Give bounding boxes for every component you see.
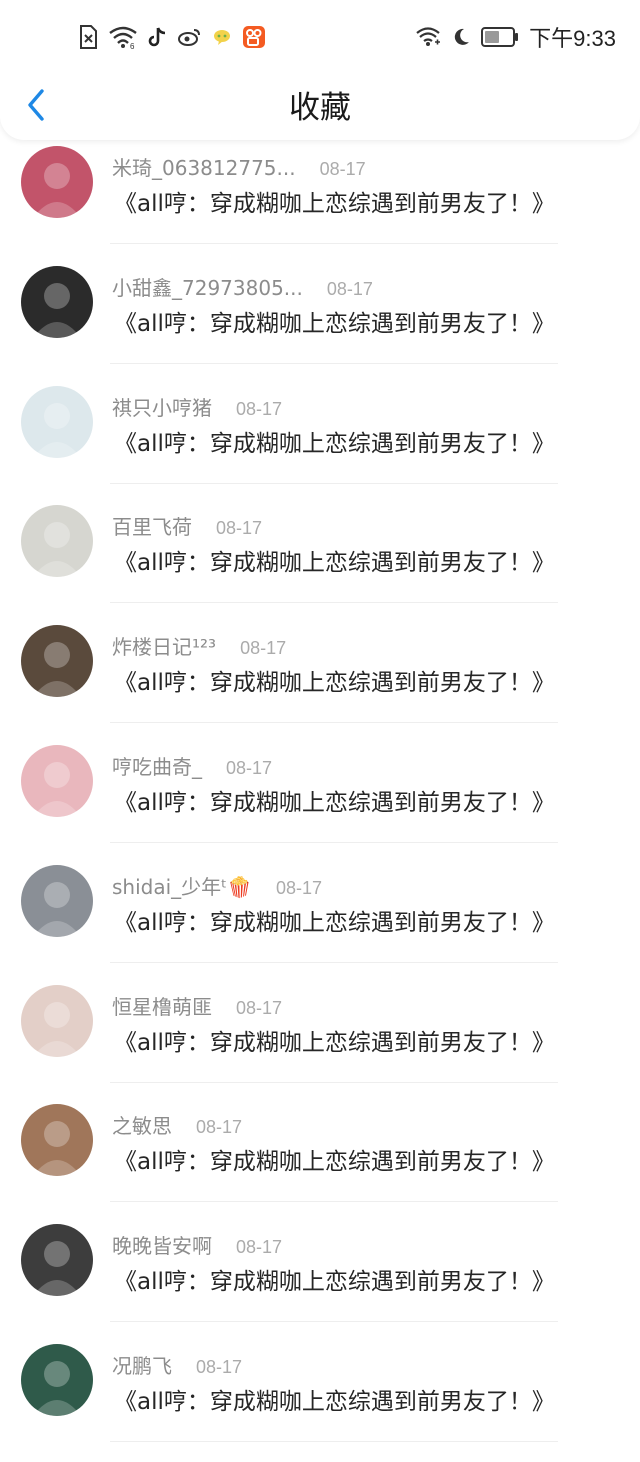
divider	[110, 1321, 558, 1323]
item-meta: 炸楼日记¹²³ 08-17	[112, 631, 286, 660]
avatar[interactable]	[21, 505, 93, 578]
wifi-signal-icon: 6	[108, 25, 138, 49]
item-meta: 米琦_063812775... 08-17	[112, 152, 366, 181]
sim-off-icon	[78, 24, 98, 50]
divider	[110, 961, 558, 963]
favorite-content[interactable]: 《all哼：穿成糊咖上恋综遇到前男友了！》	[114, 1262, 555, 1296]
timestamp: 08-17	[226, 758, 273, 778]
status-bar-right: 下午9:33	[405, 18, 616, 56]
timestamp: 08-17	[216, 518, 263, 539]
header: 6 下午9:33 收藏	[0, 0, 640, 140]
divider	[110, 1441, 558, 1442]
list-item[interactable]: 百里飞荷 08-17 《all哼：穿成糊咖上恋综遇到前男友了！》	[0, 503, 640, 623]
avatar[interactable]	[21, 1344, 93, 1416]
username[interactable]: 之敏思	[112, 1110, 172, 1139]
favorite-content[interactable]: 《all哼：穿成糊咖上恋综遇到前男友了！》	[114, 783, 555, 817]
list-item[interactable]: 祺只小哼猪 08-17 《all哼：穿成糊咖上恋综遇到前男友了！》	[0, 384, 640, 504]
username[interactable]: 小甜鑫_72973805...	[112, 272, 303, 301]
navigation-bar: 收藏	[0, 76, 640, 134]
favorite-content[interactable]: 《all哼：穿成糊咖上恋综遇到前男友了！》	[114, 1382, 555, 1416]
chat-bubble-icon	[212, 27, 232, 47]
status-bar-left: 6	[78, 18, 276, 56]
kuaishou-icon	[242, 25, 266, 49]
item-meta: 之敏思 08-17	[112, 1110, 242, 1139]
avatar[interactable]	[21, 625, 93, 698]
list-item[interactable]: 恒星橹萌匪 08-17 《all哼：穿成糊咖上恋综遇到前男友了！》	[0, 983, 640, 1103]
status-bar: 6 下午9:33	[0, 18, 640, 56]
tiktok-icon	[148, 26, 168, 48]
divider	[110, 1201, 558, 1203]
avatar[interactable]	[21, 1224, 93, 1297]
item-meta: 祺只小哼猪 08-17	[112, 392, 282, 421]
favorite-content[interactable]: 《all哼：穿成糊咖上恋综遇到前男友了！》	[114, 1142, 555, 1176]
timestamp: 08-17	[326, 278, 373, 299]
divider	[110, 722, 558, 724]
timestamp: 08-17	[319, 159, 366, 179]
item-meta: 晚晚皆安啊 08-17	[112, 1230, 282, 1259]
avatar[interactable]	[21, 745, 93, 817]
timestamp: 08-17	[236, 1237, 283, 1258]
list-item[interactable]: 况鹏飞 08-17 《all哼：穿成糊咖上恋综遇到前男友了！》	[0, 1342, 640, 1462]
item-meta: 百里飞荷 08-17	[112, 511, 262, 540]
moon-icon	[451, 27, 471, 47]
divider	[110, 362, 558, 364]
item-meta: 小甜鑫_72973805... 08-17	[112, 272, 373, 301]
avatar[interactable]	[21, 1104, 93, 1177]
favorite-content[interactable]: 《all哼：穿成糊咖上恋综遇到前男友了！》	[114, 304, 555, 338]
divider	[110, 842, 558, 843]
divider	[110, 602, 558, 604]
favorite-content[interactable]: 《all哼：穿成糊咖上恋综遇到前男友了！》	[114, 663, 555, 697]
avatar[interactable]	[21, 265, 93, 338]
weibo-icon	[178, 27, 202, 47]
favorite-content[interactable]: 《all哼：穿成糊咖上恋综遇到前男友了！》	[114, 184, 555, 218]
list-item[interactable]: 米琦_063812775... 08-17 《all哼：穿成糊咖上恋综遇到前男友了！…	[0, 144, 640, 264]
battery-icon	[481, 26, 519, 48]
item-meta: 哼吃曲奇_ 08-17	[112, 751, 272, 780]
divider	[110, 1081, 558, 1083]
favorite-content[interactable]: 《all哼：穿成糊咖上恋综遇到前男友了！》	[114, 543, 555, 577]
username[interactable]: 晚晚皆安啊	[112, 1230, 212, 1259]
list-item[interactable]: 炸楼日记¹²³ 08-17 《all哼：穿成糊咖上恋综遇到前男友了！》	[0, 623, 640, 743]
favorite-content[interactable]: 《all哼：穿成糊咖上恋综遇到前男友了！》	[114, 424, 555, 458]
username[interactable]: 哼吃曲奇_	[112, 751, 202, 780]
favorite-content[interactable]: 《all哼：穿成糊咖上恋综遇到前男友了！》	[114, 903, 555, 937]
username[interactable]: 炸楼日记¹²³	[112, 631, 216, 660]
list-item[interactable]: 哼吃曲奇_ 08-17 《all哼：穿成糊咖上恋综遇到前男友了！》	[0, 743, 640, 863]
username[interactable]: 百里飞荷	[112, 511, 192, 540]
username[interactable]: shidai_少年ᵗ🍿	[112, 871, 252, 900]
item-meta: 恒星橹萌匪 08-17	[112, 991, 282, 1020]
avatar[interactable]	[21, 146, 93, 218]
divider	[110, 243, 558, 244]
item-meta: shidai_少年ᵗ🍿 08-17	[112, 871, 322, 900]
list-item[interactable]: 之敏思 08-17 《all哼：穿成糊咖上恋综遇到前男友了！》	[0, 1102, 640, 1222]
status-time: 下午9:33	[529, 26, 616, 51]
avatar[interactable]	[21, 984, 93, 1057]
avatar[interactable]	[21, 864, 93, 937]
timestamp: 08-17	[196, 1357, 243, 1377]
timestamp: 08-17	[240, 638, 287, 659]
list-item[interactable]: shidai_少年ᵗ🍿 08-17 《all哼：穿成糊咖上恋综遇到前男友了！》	[0, 863, 640, 983]
username[interactable]: 恒星橹萌匪	[112, 991, 212, 1020]
username[interactable]: 祺只小哼猪	[112, 392, 212, 421]
timestamp: 08-17	[236, 997, 283, 1018]
list-item[interactable]: 晚晚皆安啊 08-17 《all哼：穿成糊咖上恋综遇到前男友了！》	[0, 1222, 640, 1342]
divider	[110, 482, 558, 484]
favorite-content[interactable]: 《all哼：穿成糊咖上恋综遇到前男友了！》	[114, 1023, 555, 1057]
timestamp: 08-17	[196, 1117, 243, 1138]
wifi-icon	[415, 26, 441, 48]
page-title: 收藏	[289, 90, 351, 126]
username[interactable]: 况鹏飞	[112, 1350, 172, 1379]
item-meta: 况鹏飞 08-17	[112, 1350, 242, 1379]
svg-text:6: 6	[130, 42, 135, 49]
timestamp: 08-17	[275, 877, 323, 898]
timestamp: 08-17	[236, 398, 283, 419]
avatar[interactable]	[21, 385, 93, 458]
username[interactable]: 米琦_063812775...	[112, 152, 296, 181]
list-item[interactable]: 小甜鑫_72973805... 08-17 《all哼：穿成糊咖上恋综遇到前男友了！…	[0, 264, 640, 384]
